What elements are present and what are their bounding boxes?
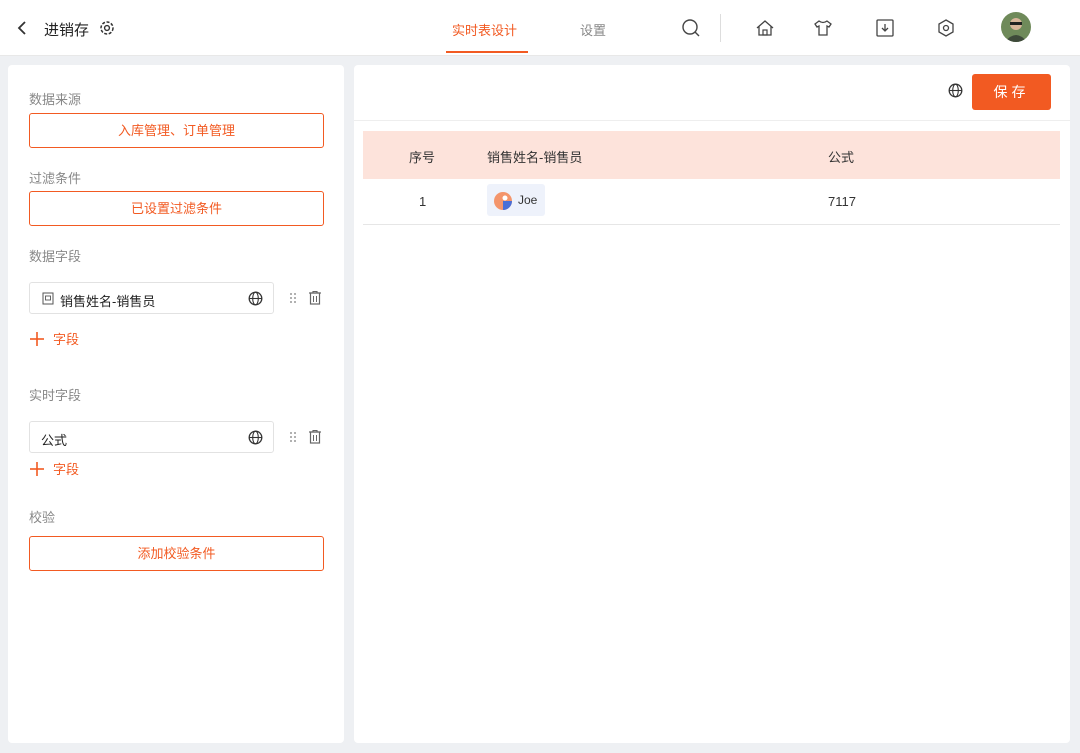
app-title: 进销存 <box>44 22 90 39</box>
filter-button[interactable]: 已设置过滤条件 <box>29 191 324 226</box>
row-index: 1 <box>419 194 427 209</box>
data-field-item[interactable]: 销售姓名-销售员 <box>29 282 274 314</box>
active-tab-underline <box>446 51 528 53</box>
globe-icon[interactable] <box>948 83 963 98</box>
realtime-field-name: 公式 <box>41 433 68 448</box>
column-header-sales-name: 销售姓名-销售员 <box>487 150 583 165</box>
row-formula-value: 7117 <box>828 194 856 209</box>
user-avatar[interactable] <box>1001 12 1031 42</box>
add-validation-button[interactable]: 添加校验条件 <box>29 536 324 571</box>
delete-icon[interactable] <box>308 429 322 444</box>
validation-label: 校验 <box>29 510 56 525</box>
top-bar: 进销存 实时表设计 设置 <box>0 0 1080 56</box>
shirt-icon[interactable] <box>812 17 834 39</box>
config-panel: 数据来源 入库管理、订单管理 过滤条件 已设置过滤条件 数据字段 销售姓名-销售… <box>8 65 344 743</box>
preview-table: 序号 销售姓名-销售员 公式 1 Joe 7117 <box>363 131 1060 225</box>
filter-label: 过滤条件 <box>29 171 82 186</box>
add-realtime-field-button[interactable]: 字段 <box>29 459 79 479</box>
save-button[interactable]: 保存 <box>972 74 1051 110</box>
plus-icon <box>30 331 44 346</box>
toolbar-divider <box>720 14 721 42</box>
hexagon-settings-icon[interactable] <box>935 17 957 39</box>
search-icon[interactable] <box>680 17 702 39</box>
field-type-icon <box>42 292 54 305</box>
column-header-formula: 公式 <box>828 150 855 165</box>
preview-panel: 保存 序号 销售姓名-销售员 公式 1 Joe 7117 <box>354 65 1070 743</box>
data-fields-label: 数据字段 <box>29 249 82 264</box>
drag-handle-icon[interactable] <box>287 430 299 444</box>
user-name: Joe <box>518 193 538 207</box>
column-header-index: 序号 <box>409 150 436 165</box>
tab-realtime-design[interactable]: 实时表设计 <box>452 20 517 39</box>
drag-handle-icon[interactable] <box>287 291 299 305</box>
realtime-field-item[interactable]: 公式 <box>29 421 274 453</box>
back-arrow-icon[interactable] <box>12 17 32 39</box>
realtime-fields-label: 实时字段 <box>29 388 82 403</box>
toolbar-divider <box>354 120 1070 121</box>
globe-icon[interactable] <box>248 291 263 306</box>
download-icon[interactable] <box>874 17 896 39</box>
data-field-name: 销售姓名-销售员 <box>60 294 156 309</box>
plus-icon <box>30 461 44 476</box>
delete-icon[interactable] <box>308 290 322 305</box>
data-source-label: 数据来源 <box>29 92 82 107</box>
user-avatar-icon <box>494 192 512 210</box>
add-data-field-button[interactable]: 字段 <box>29 329 79 349</box>
globe-icon[interactable] <box>248 430 263 445</box>
table-row[interactable]: 1 Joe 7117 <box>363 179 1060 225</box>
data-source-button[interactable]: 入库管理、订单管理 <box>29 113 324 148</box>
user-tag: Joe <box>487 184 545 216</box>
home-icon[interactable] <box>754 17 776 39</box>
tab-settings[interactable]: 设置 <box>580 20 606 39</box>
table-header: 序号 销售姓名-销售员 公式 <box>363 131 1060 179</box>
settings-gear-icon[interactable] <box>98 19 116 37</box>
